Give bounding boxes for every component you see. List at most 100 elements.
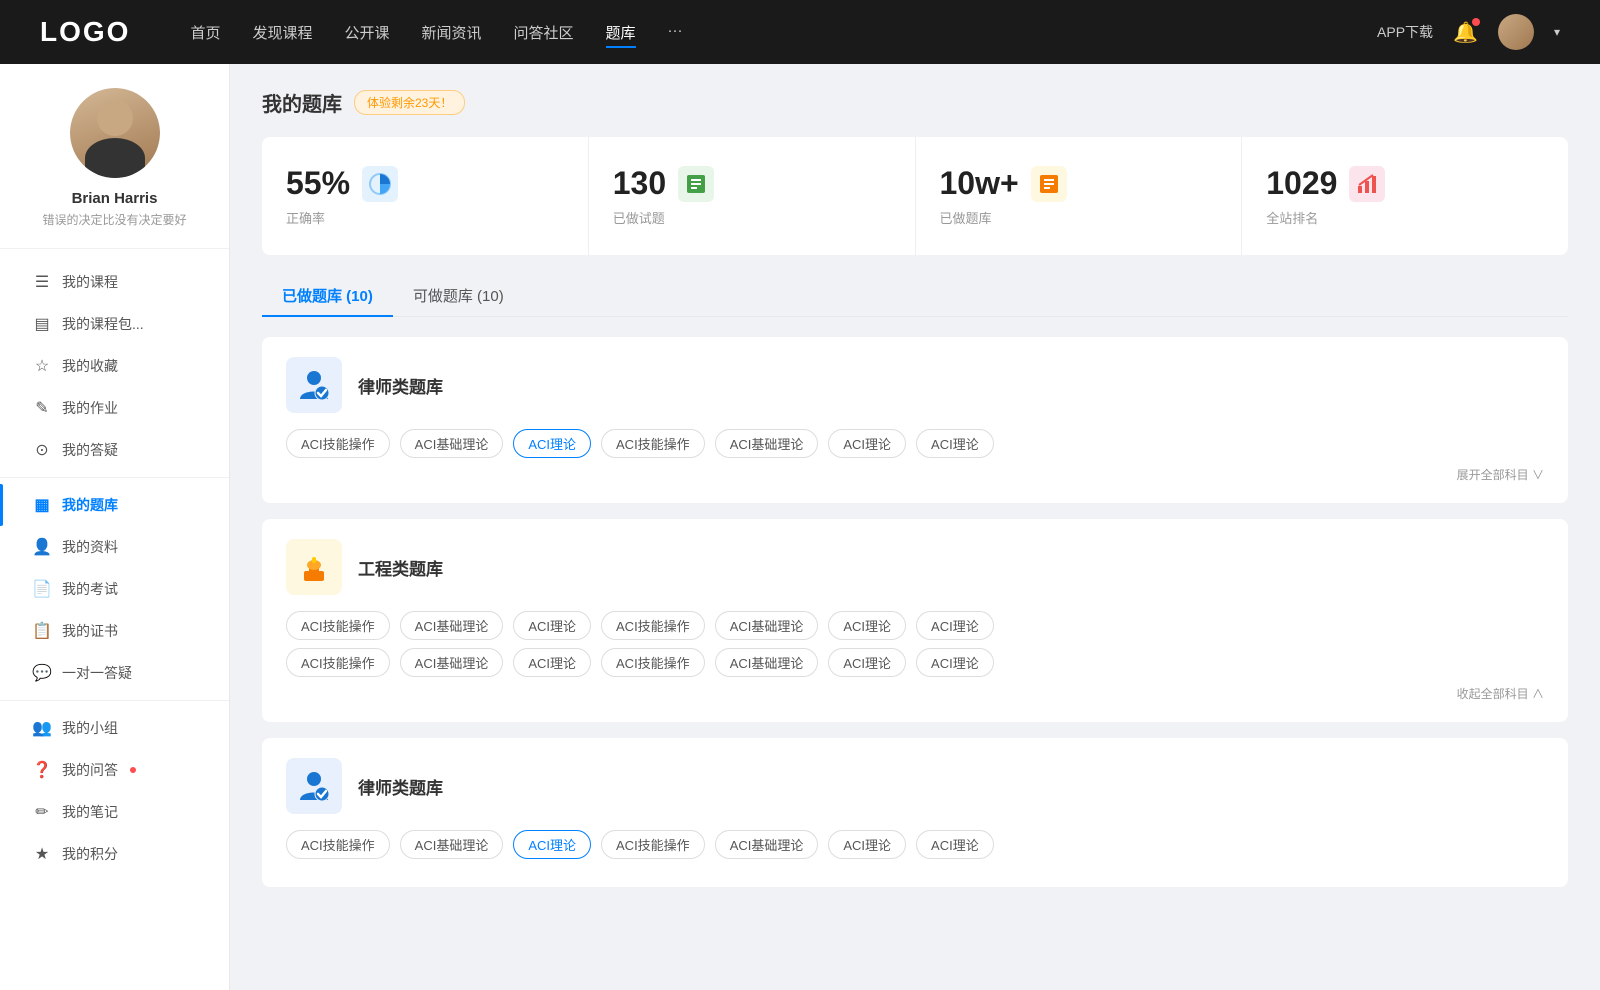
collapse-engineering[interactable]: 收起全部科目 ∧ [286, 685, 1544, 702]
l2-tag-4[interactable]: ACI技能操作 [601, 830, 705, 859]
l2-tag-6[interactable]: ACI理论 [828, 830, 906, 859]
eng-tag-2[interactable]: ACI基础理论 [400, 611, 504, 640]
done-banks-icon [1031, 166, 1067, 202]
l2-tag-7[interactable]: ACI理论 [916, 830, 994, 859]
group-icon: 👥 [32, 718, 52, 738]
tab-available-banks[interactable]: 可做题库 (10) [393, 275, 524, 316]
sidebar-item-points[interactable]: ★ 我的积分 [0, 833, 229, 875]
sidebar-item-profile[interactable]: 👤 我的资料 [0, 526, 229, 568]
eng-tag-3[interactable]: ACI理论 [513, 611, 591, 640]
menu-label-my-courses: 我的课程 [62, 272, 118, 292]
eng-tag-12[interactable]: ACI基础理论 [715, 648, 819, 677]
sidebar-item-bank[interactable]: ▦ 我的题库 [0, 484, 229, 526]
sidebar-profile: Brian Harris 错误的决定比没有决定要好 [0, 88, 229, 249]
tag-aci-theory-active-1[interactable]: ACI理论 [513, 429, 591, 458]
eng-tag-11[interactable]: ACI技能操作 [601, 648, 705, 677]
tab-done-banks[interactable]: 已做题库 (10) [262, 275, 393, 316]
nav-item-qa[interactable]: 问答社区 [514, 22, 574, 43]
eng-tag-14[interactable]: ACI理论 [916, 648, 994, 677]
my-qa-icon: ❓ [32, 760, 52, 780]
sidebar-item-course-packages[interactable]: ▤ 我的课程包... [0, 303, 229, 345]
tag-aci-skill-2[interactable]: ACI技能操作 [601, 429, 705, 458]
divider-2 [0, 700, 229, 701]
tag-aci-theory-basic-2[interactable]: ACI基础理论 [715, 429, 819, 458]
question-icon: ⊙ [32, 440, 52, 460]
avatar[interactable] [1498, 14, 1534, 50]
sidebar: Brian Harris 错误的决定比没有决定要好 ☰ 我的课程 ▤ 我的课程包… [0, 64, 230, 990]
eng-tag-1[interactable]: ACI技能操作 [286, 611, 390, 640]
sidebar-item-favorites[interactable]: ☆ 我的收藏 [0, 345, 229, 387]
tag-aci-theory-basic-1[interactable]: ACI基础理论 [400, 429, 504, 458]
sidebar-item-group[interactable]: 👥 我的小组 [0, 707, 229, 749]
menu-label-packages: 我的课程包... [62, 314, 144, 334]
stat-done-banks-top: 10w+ [940, 165, 1218, 202]
nav-item-discover[interactable]: 发现课程 [252, 22, 312, 43]
notification-bell[interactable]: 🔔 [1453, 20, 1478, 45]
tag-aci-theory-2[interactable]: ACI理论 [828, 429, 906, 458]
l2-tag-2[interactable]: ACI基础理论 [400, 830, 504, 859]
stat-rank-value: 1029 [1266, 165, 1337, 202]
eng-tag-10[interactable]: ACI理论 [513, 648, 591, 677]
app-download-button[interactable]: APP下载 [1377, 22, 1433, 42]
bank-card-engineering: 工程类题库 ACI技能操作 ACI基础理论 ACI理论 ACI技能操作 ACI基… [262, 519, 1568, 722]
tag-aci-skill-1[interactable]: ACI技能操作 [286, 429, 390, 458]
sidebar-item-exam[interactable]: 📄 我的考试 [0, 568, 229, 610]
nav-item-home[interactable]: 首页 [190, 22, 220, 43]
l2-tag-5[interactable]: ACI基础理论 [715, 830, 819, 859]
stat-accuracy-top: 55% [286, 165, 564, 202]
sidebar-item-homework[interactable]: ✎ 我的作业 [0, 387, 229, 429]
bank-card-header-engineering: 工程类题库 [286, 539, 1544, 595]
l2-tag-1[interactable]: ACI技能操作 [286, 830, 390, 859]
nav-item-news[interactable]: 新闻资讯 [422, 22, 482, 43]
sidebar-item-questions[interactable]: ⊙ 我的答疑 [0, 429, 229, 471]
trial-badge: 体验剩余23天！ [354, 90, 465, 115]
chevron-down-icon[interactable]: ▾ [1554, 25, 1560, 39]
eng-tag-8[interactable]: ACI技能操作 [286, 648, 390, 677]
nav-links: 首页 发现课程 公开课 新闻资讯 问答社区 题库 ··· [190, 22, 1377, 43]
stat-done-questions-top: 130 [613, 165, 891, 202]
stat-done-questions-label: 已做试题 [613, 208, 891, 227]
star-icon: ☆ [32, 356, 52, 376]
logo: LOGO [40, 16, 130, 48]
menu-label-homework: 我的作业 [62, 398, 118, 418]
eng-tag-5[interactable]: ACI基础理论 [715, 611, 819, 640]
eng-tag-6[interactable]: ACI理论 [828, 611, 906, 640]
profile-icon: 👤 [32, 537, 52, 557]
tag-aci-theory-3[interactable]: ACI理论 [916, 429, 994, 458]
navbar: LOGO 首页 发现课程 公开课 新闻资讯 问答社区 题库 ··· APP下载 … [0, 0, 1600, 64]
sidebar-item-my-qa[interactable]: ❓ 我的问答 [0, 749, 229, 791]
l2-tag-3[interactable]: ACI理论 [513, 830, 591, 859]
menu-label-points: 我的积分 [62, 844, 118, 864]
homework-icon: ✎ [32, 398, 52, 418]
chat-icon: 💬 [32, 663, 52, 683]
bank-card-lawyer-2: 律师类题库 ACI技能操作 ACI基础理论 ACI理论 ACI技能操作 ACI基… [262, 738, 1568, 887]
lawyer-bank-name-1: 律师类题库 [358, 373, 443, 398]
nav-item-open[interactable]: 公开课 [344, 22, 389, 43]
bank-card-header-lawyer-1: 律师类题库 [286, 357, 1544, 413]
stat-done-questions: 130 已做试题 [589, 137, 916, 255]
packages-icon: ▤ [32, 314, 52, 334]
eng-tag-4[interactable]: ACI技能操作 [601, 611, 705, 640]
nav-item-more[interactable]: ··· [668, 22, 683, 43]
points-icon: ★ [32, 844, 52, 864]
eng-tag-7[interactable]: ACI理论 [916, 611, 994, 640]
qa-red-dot [130, 767, 136, 773]
sidebar-item-my-courses[interactable]: ☰ 我的课程 [0, 261, 229, 303]
sidebar-item-certificate[interactable]: 📋 我的证书 [0, 610, 229, 652]
menu-label-questions: 我的答疑 [62, 440, 118, 460]
stat-rank-label: 全站排名 [1266, 208, 1544, 227]
sidebar-item-one-on-one[interactable]: 💬 一对一答疑 [0, 652, 229, 694]
bank-card-header-lawyer-2: 律师类题库 [286, 758, 1544, 814]
lawyer-2-tags: ACI技能操作 ACI基础理论 ACI理论 ACI技能操作 ACI基础理论 AC… [286, 830, 1544, 859]
menu-label-cert: 我的证书 [62, 621, 118, 641]
expand-lawyer-1[interactable]: 展开全部科目 ∨ [286, 466, 1544, 483]
exam-icon: 📄 [32, 579, 52, 599]
nav-item-bank[interactable]: 题库 [606, 22, 636, 43]
rank-icon [1349, 166, 1385, 202]
eng-tag-13[interactable]: ACI理论 [828, 648, 906, 677]
eng-tag-9[interactable]: ACI基础理论 [400, 648, 504, 677]
notes-icon: ✏ [32, 802, 52, 822]
profile-name: Brian Harris [72, 190, 158, 207]
tab-row: 已做题库 (10) 可做题库 (10) [262, 275, 1568, 317]
sidebar-item-notes[interactable]: ✏ 我的笔记 [0, 791, 229, 833]
